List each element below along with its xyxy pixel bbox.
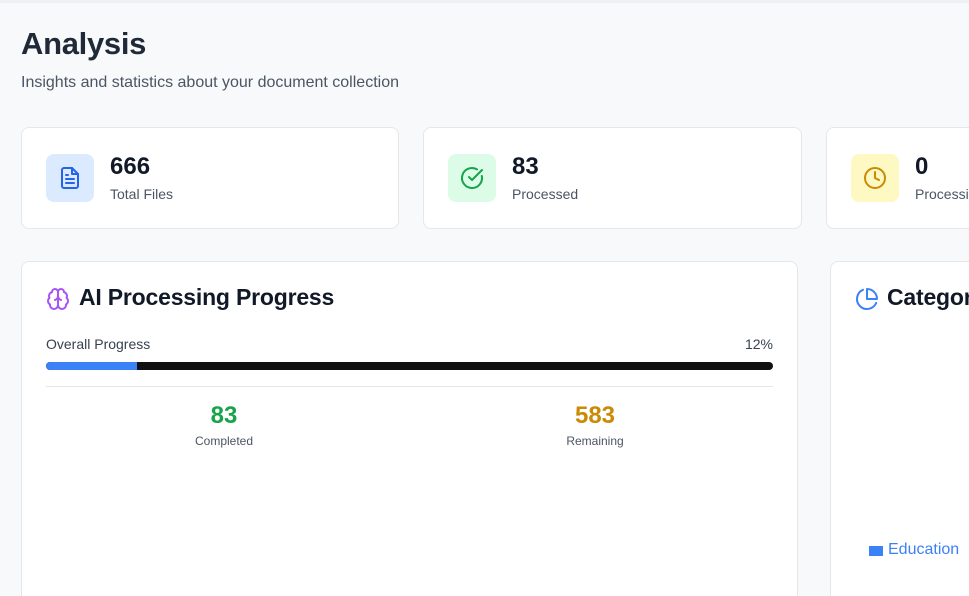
top-border (0, 0, 969, 3)
panel-title: AI Processing Progress (79, 284, 335, 310)
divider (46, 386, 773, 387)
completed-label: Completed (194, 434, 254, 448)
overall-progress-percent: 12% (744, 336, 773, 352)
remaining-label: Remaining (566, 434, 624, 448)
progress-bar-fill (46, 362, 137, 370)
stat-label: Processed (512, 186, 579, 202)
clock-icon (851, 154, 899, 202)
stat-value: 83 (512, 153, 539, 180)
ai-processing-progress-panel: AI Processing Progress Overall Progress … (21, 261, 798, 596)
remaining-value: 583 (574, 402, 616, 429)
completed-count: 83 Completed (124, 402, 324, 448)
pie-chart-icon (855, 287, 879, 316)
stat-value: 0 (915, 153, 929, 180)
progress-bar-track (46, 362, 773, 370)
stat-card-processed: 83 Processed (423, 127, 802, 229)
legend-swatch (869, 546, 883, 556)
categories-panel: Categories Education (830, 261, 969, 596)
stat-card-total-files: 666 Total Files (21, 127, 399, 229)
panel-title: Categories (887, 284, 969, 310)
check-circle-icon (448, 154, 496, 202)
brain-icon (46, 287, 70, 316)
page-subtitle: Insights and statistics about your docum… (21, 74, 399, 91)
stat-card-processing: 0 Processing (826, 127, 969, 229)
legend-item-education[interactable]: Education (888, 541, 959, 559)
overall-progress-label: Overall Progress (46, 336, 151, 352)
document-icon (46, 154, 94, 202)
stat-label: Processing (915, 186, 969, 202)
stat-label: Total Files (110, 186, 174, 202)
completed-value: 83 (210, 402, 238, 429)
stat-value: 666 (110, 153, 151, 180)
remaining-count: 583 Remaining (495, 402, 695, 448)
page-title: Analysis (21, 26, 147, 61)
